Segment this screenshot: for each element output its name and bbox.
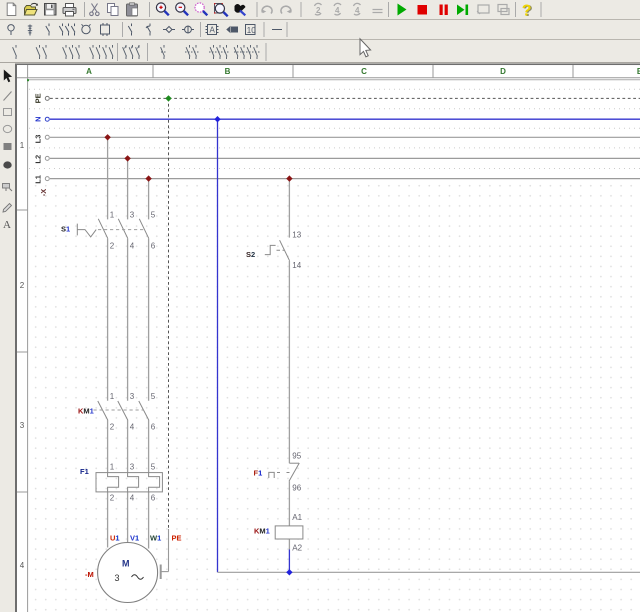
svg-text:6: 6 <box>151 242 156 251</box>
svg-text:A: A <box>210 26 216 35</box>
svg-text:A2: A2 <box>292 544 302 553</box>
svg-text:1: 1 <box>20 141 25 150</box>
svg-text:-X: -X <box>39 189 48 197</box>
svg-text:4: 4 <box>130 242 135 251</box>
svg-text:10: 10 <box>247 26 256 35</box>
svg-text:14: 14 <box>292 261 301 270</box>
svg-text:3: 3 <box>130 211 135 220</box>
svg-text:3: 3 <box>115 573 120 583</box>
svg-text:4: 4 <box>335 6 340 15</box>
svg-text:2: 2 <box>110 494 115 503</box>
svg-text:L3: L3 <box>34 135 43 144</box>
svg-text:2: 2 <box>110 423 115 432</box>
svg-text:KM1: KM1 <box>78 407 94 416</box>
svg-text:W1: W1 <box>150 534 161 543</box>
svg-text:S1: S1 <box>61 225 70 234</box>
svg-text:A: A <box>86 67 92 76</box>
svg-text:A: A <box>3 219 11 231</box>
svg-text:?: ? <box>522 3 532 20</box>
svg-text:5: 5 <box>151 211 156 220</box>
svg-text:-M: -M <box>85 570 94 579</box>
svg-text:PE: PE <box>34 93 43 103</box>
svg-text:3: 3 <box>130 463 135 472</box>
svg-text:3: 3 <box>130 392 135 401</box>
svg-text:N: N <box>34 116 43 121</box>
svg-text:6: 6 <box>151 423 156 432</box>
svg-text:V1: V1 <box>130 534 139 543</box>
svg-text:C: C <box>361 67 367 76</box>
svg-text:5: 5 <box>151 392 156 401</box>
svg-text:F1: F1 <box>254 469 263 478</box>
svg-text:D: D <box>500 67 506 76</box>
svg-text:1: 1 <box>110 392 115 401</box>
svg-text:3: 3 <box>20 421 25 430</box>
svg-text:1: 1 <box>110 211 115 220</box>
svg-text:4: 4 <box>355 6 360 15</box>
svg-text:2: 2 <box>20 281 25 290</box>
svg-text:4: 4 <box>130 423 135 432</box>
svg-text:96: 96 <box>292 484 301 493</box>
svg-text:KM1: KM1 <box>254 527 270 536</box>
svg-text:PE: PE <box>172 534 182 543</box>
svg-text:A1: A1 <box>292 513 302 522</box>
svg-text:4: 4 <box>130 494 135 503</box>
svg-text:5: 5 <box>151 463 156 472</box>
svg-text:S2: S2 <box>246 250 255 259</box>
svg-text:4: 4 <box>20 561 25 570</box>
svg-text:2: 2 <box>110 242 115 251</box>
svg-text:L2: L2 <box>34 155 43 164</box>
svg-text:U1: U1 <box>110 534 120 543</box>
svg-text:F1: F1 <box>80 467 89 476</box>
svg-text:L1: L1 <box>34 175 43 184</box>
svg-text:13: 13 <box>292 231 301 240</box>
svg-text:95: 95 <box>292 452 301 461</box>
svg-text:2: 2 <box>316 6 321 15</box>
svg-text:6: 6 <box>151 494 156 503</box>
svg-text:M: M <box>122 559 130 569</box>
svg-text:B: B <box>225 67 231 76</box>
svg-text:1: 1 <box>110 463 115 472</box>
